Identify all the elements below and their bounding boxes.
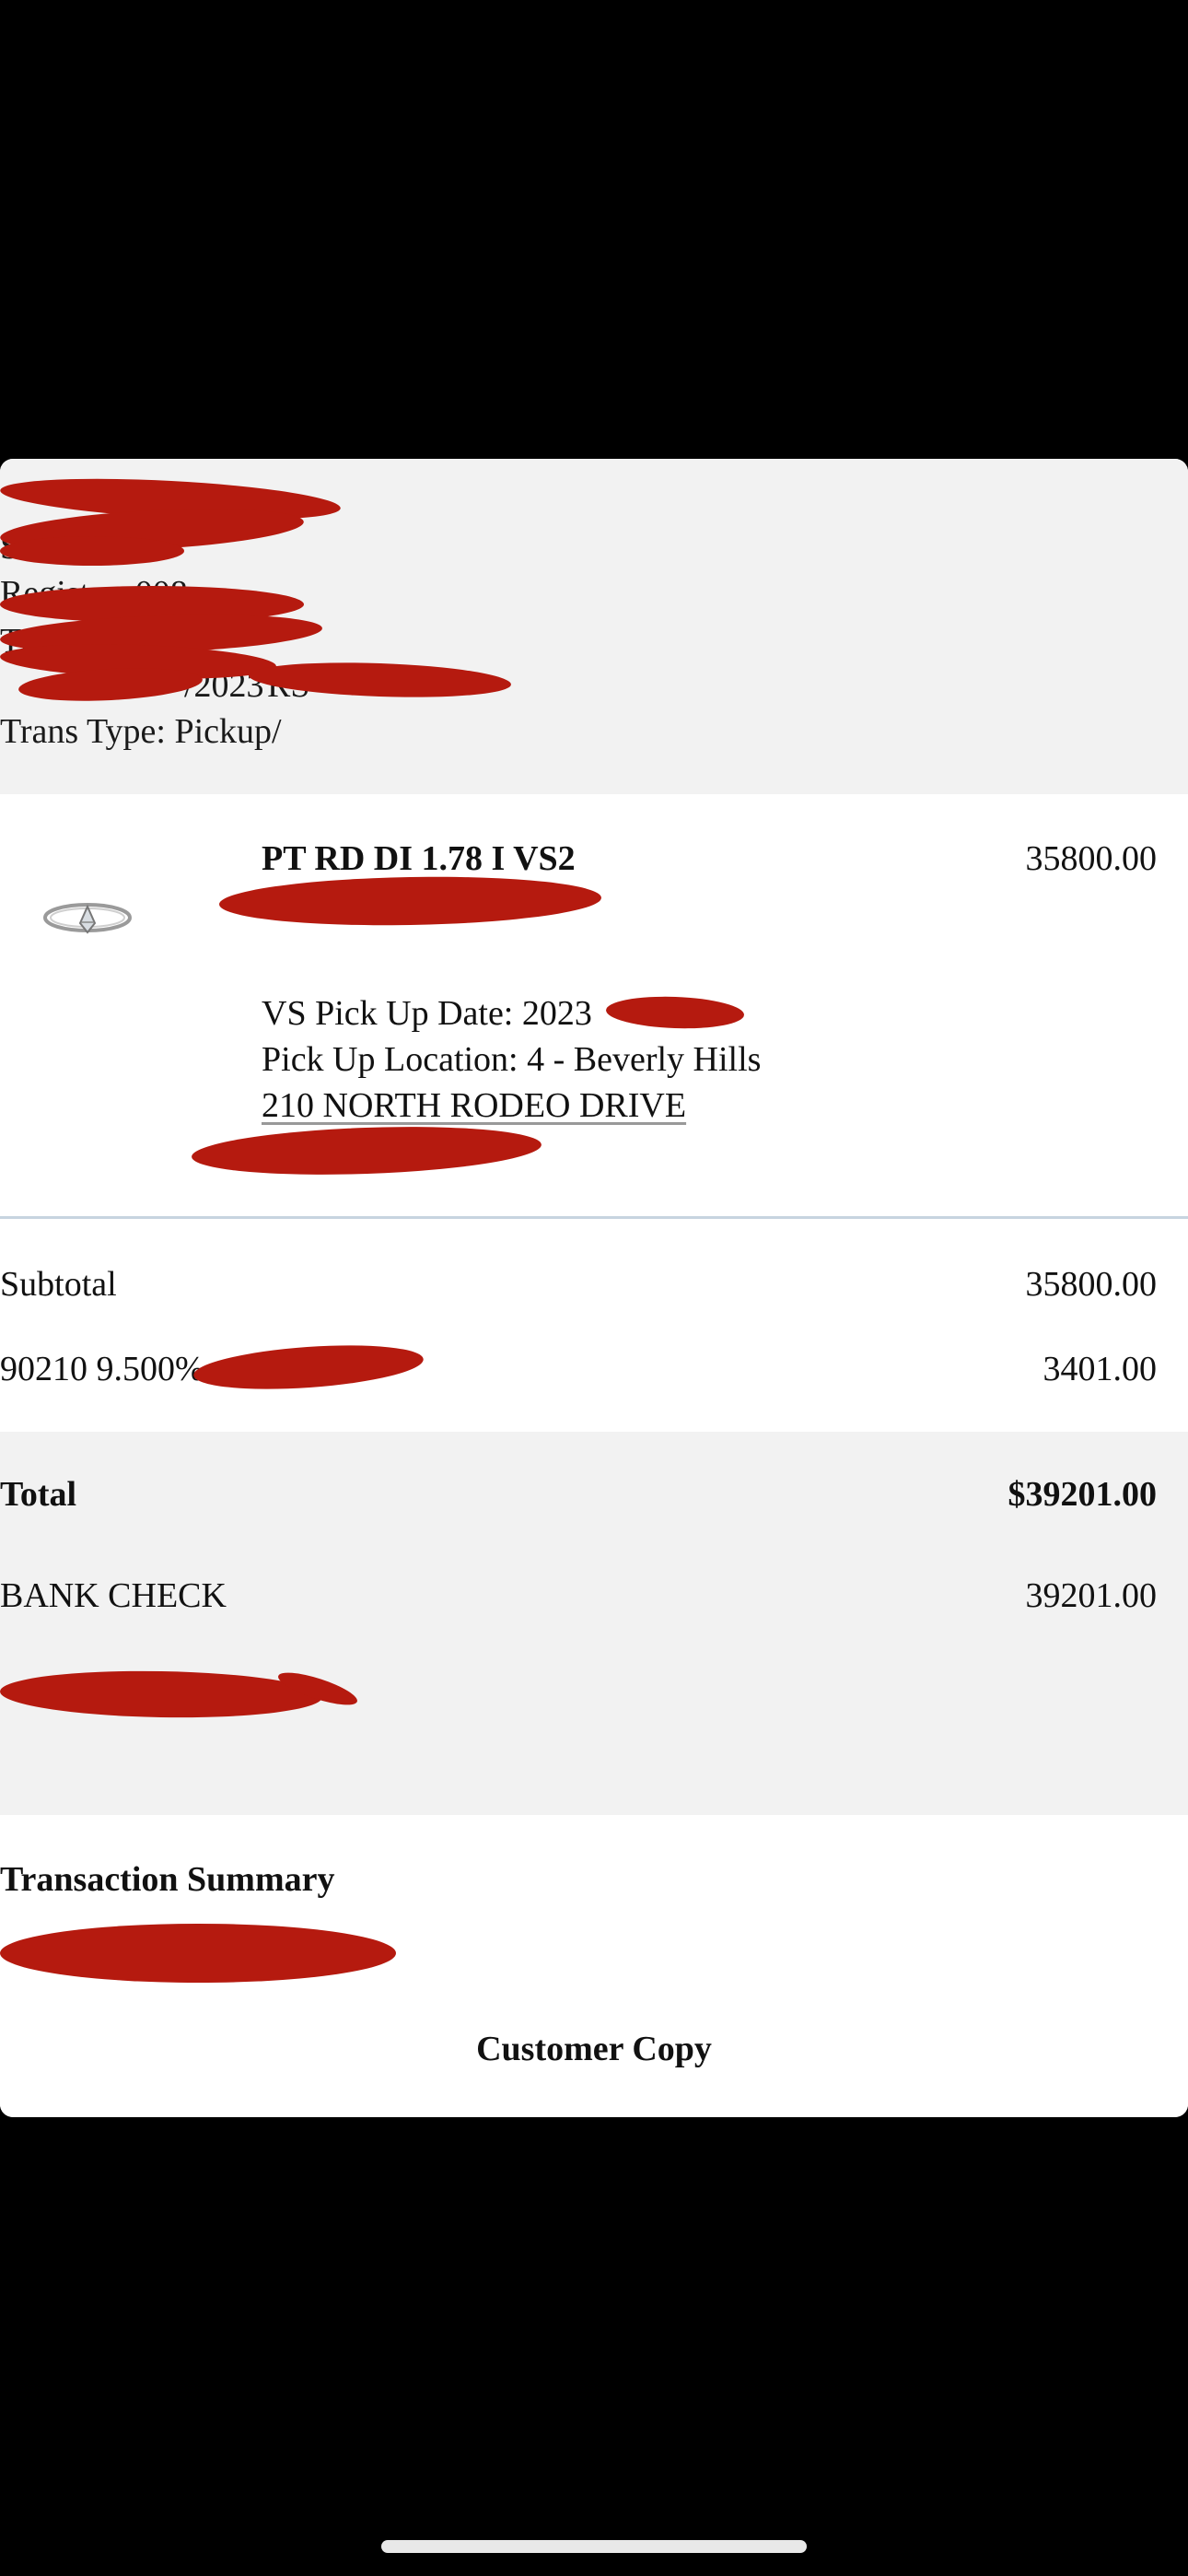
- redaction-mark: [0, 536, 184, 566]
- redaction-mark: [605, 994, 745, 1031]
- item-price: 35800.00: [1025, 839, 1158, 878]
- tax-value: 3401.00: [1042, 1350, 1158, 1388]
- summary-title: Transaction Summary: [0, 1860, 335, 1899]
- redaction-mark: [0, 1668, 323, 1721]
- pickup-date: VS Pick Up Date: 2023: [262, 994, 592, 1033]
- item-title: PT RD DI 1.78 I VS2: [262, 839, 576, 878]
- line-item: PT RD DI 1.78 I VS2 35800.00 VS Pick Up …: [0, 794, 1188, 1218]
- section-divider: [0, 1216, 1188, 1219]
- subtotal-value: 35800.00: [1025, 1265, 1158, 1304]
- trans-type-line: Trans Type: Pickup/: [0, 712, 282, 751]
- receipt: Store: Register: 008 Tra /2023 RS Trans …: [0, 459, 1188, 2117]
- payment-value: 39201.00: [1025, 1576, 1158, 1615]
- total-value: $39201.00: [1007, 1475, 1158, 1514]
- total-label: Total: [0, 1475, 77, 1514]
- pickup-address: 210 NORTH RODEO DRIVE: [262, 1086, 687, 1125]
- redaction-mark: [218, 873, 602, 929]
- totals-section: Total $39201.00 BANK CHECK 39201.00: [0, 1432, 1188, 1815]
- transaction-summary: Transaction Summary Customer Copy: [0, 1815, 1188, 2117]
- redaction-mark: [191, 1121, 542, 1180]
- redaction-mark: [192, 1339, 425, 1396]
- home-indicator[interactable]: [381, 2540, 807, 2553]
- tax-label: 90210 9.500%: [0, 1350, 204, 1388]
- subtotal-section: Subtotal 35800.00 90210 9.500% 3401.00: [0, 1220, 1188, 1432]
- receipt-header: Store: Register: 008 Tra /2023 RS Trans …: [0, 459, 1188, 794]
- subtotal-label: Subtotal: [0, 1265, 117, 1304]
- customer-copy-label: Customer Copy: [476, 2030, 712, 2068]
- pickup-location: Pick Up Location: 4 - Beverly Hills: [262, 1040, 762, 1079]
- redaction-mark: [0, 1924, 396, 1983]
- payment-label: BANK CHECK: [0, 1576, 227, 1615]
- ring-icon: [43, 903, 132, 934]
